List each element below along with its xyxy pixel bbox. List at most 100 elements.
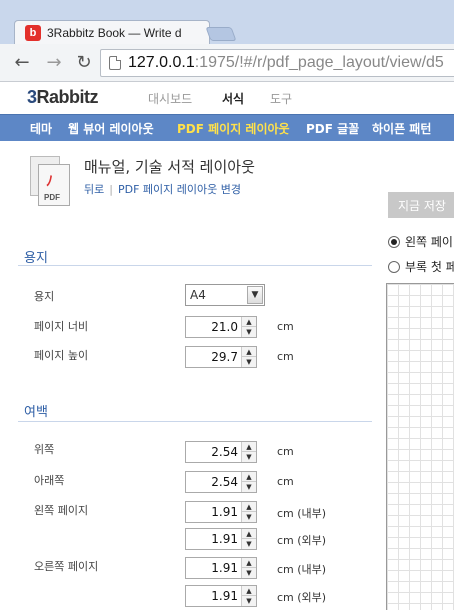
page-height-value: 29.7 (211, 350, 238, 364)
margin-right-inner-input[interactable]: 1.91 ▲ ▼ (185, 557, 257, 579)
margin-left-inner-value: 1.91 (211, 505, 238, 519)
page-title: 매뉴얼, 기술 서적 레이아웃 (84, 158, 255, 176)
unit-label: cm (277, 350, 294, 363)
radio-appendix-first-page-option[interactable]: 부록 첫 페 (388, 258, 454, 275)
topnav-dashboard[interactable]: 대시보드 (148, 90, 192, 107)
spin-up-icon[interactable]: ▲ (242, 472, 256, 482)
radio-left-page-label: 왼쪽 페이 (405, 235, 453, 249)
back-arrow-icon[interactable]: ← (12, 53, 32, 73)
spinner: ▲ ▼ (241, 472, 256, 492)
section-divider (18, 265, 372, 266)
spin-down-icon[interactable]: ▼ (242, 596, 256, 606)
radio-left-page-option[interactable]: 왼쪽 페이 (388, 233, 453, 250)
forward-arrow-icon[interactable]: → (44, 53, 64, 73)
margin-top-label: 위쪽 (34, 443, 55, 456)
change-layout-link[interactable]: PDF 페이지 레이아웃 변경 (118, 183, 241, 196)
spinner: ▲ ▼ (241, 529, 256, 549)
margin-left-inner-input[interactable]: 1.91 ▲ ▼ (185, 501, 257, 523)
logo[interactable]: 3Rabbitz (27, 87, 99, 108)
logo-text: Rabbitz (36, 87, 99, 107)
spin-up-icon[interactable]: ▲ (242, 529, 256, 539)
paper-size-select[interactable]: A4 ▼ (185, 284, 265, 306)
breadcrumb-separator: | (109, 183, 113, 196)
new-tab-button[interactable] (205, 27, 237, 41)
margin-bottom-label: 아래쪽 (34, 474, 65, 487)
margin-right-outer-input[interactable]: 1.91 ▲ ▼ (185, 585, 257, 607)
paper-size-value: A4 (190, 288, 206, 302)
spin-down-icon[interactable]: ▼ (242, 568, 256, 578)
margin-left-outer-input[interactable]: 1.91 ▲ ▼ (185, 528, 257, 550)
spinner: ▲ ▼ (241, 442, 256, 462)
back-link[interactable]: 뒤로 (84, 183, 104, 196)
margins-section-heading: 여백 (24, 405, 48, 420)
spinner: ▲ ▼ (241, 347, 256, 367)
browser-tab[interactable]: b 3Rabbitz Book — Write d (14, 20, 210, 45)
subnav-theme[interactable]: 테마 (30, 120, 52, 137)
page-width-input[interactable]: 21.0 ▲ ▼ (185, 316, 257, 338)
paper-size-label: 용지 (34, 290, 55, 303)
unit-label: cm (277, 475, 294, 488)
spinner: ▲ ▼ (241, 586, 256, 606)
reload-icon[interactable]: ↻ (74, 53, 94, 73)
page-height-label: 페이지 높이 (34, 349, 89, 362)
url-path: :1975/!#/r/pdf_page_layout/view/d5 (194, 54, 444, 71)
margin-top-input[interactable]: 2.54 ▲ ▼ (185, 441, 257, 463)
address-text: 127.0.0.1:1975/!#/r/pdf_page_layout/view… (128, 54, 444, 72)
margin-right-outer-value: 1.91 (211, 589, 238, 603)
spin-down-icon[interactable]: ▼ (242, 327, 256, 337)
section-divider (18, 421, 372, 422)
unit-inner-label: cm (내부) (277, 507, 327, 520)
page-width-value: 21.0 (211, 320, 238, 334)
spin-down-icon[interactable]: ▼ (242, 539, 256, 549)
subnav-hyphen-pattern[interactable]: 하이픈 패턴 (372, 120, 431, 137)
spin-down-icon[interactable]: ▼ (242, 482, 256, 492)
unit-inner-label: cm (내부) (277, 563, 327, 576)
spin-down-icon[interactable]: ▼ (242, 357, 256, 367)
spin-up-icon[interactable]: ▲ (242, 442, 256, 452)
unit-label: cm (277, 445, 294, 458)
margin-right-page-label: 오른쪽 페이지 (34, 560, 99, 573)
subnav-pdf-fonts[interactable]: PDF 글꼴 (306, 120, 359, 137)
favicon-icon: b (25, 25, 41, 41)
page-height-input[interactable]: 29.7 ▲ ▼ (185, 346, 257, 368)
spin-up-icon[interactable]: ▲ (242, 347, 256, 357)
unit-outer-label: cm (외부) (277, 591, 327, 604)
logo-number: 3 (27, 87, 37, 107)
address-bar[interactable]: 127.0.0.1:1975/!#/r/pdf_page_layout/view… (100, 49, 454, 77)
spin-up-icon[interactable]: ▲ (242, 502, 256, 512)
unit-label: cm (277, 320, 294, 333)
tab-fade (183, 23, 203, 41)
radio-unselected-icon[interactable] (388, 261, 400, 273)
subnav-pdf-page-layout[interactable]: PDF 페이지 레이아웃 (177, 120, 290, 137)
spinner: ▲ ▼ (241, 317, 256, 337)
topnav-format[interactable]: 서식 (222, 90, 244, 107)
breadcrumb: 뒤로 | PDF 페이지 레이아웃 변경 (84, 181, 241, 197)
margin-left-outer-value: 1.91 (211, 532, 238, 546)
margin-bottom-value: 2.54 (211, 475, 238, 489)
radio-appendix-label: 부록 첫 페 (405, 260, 454, 274)
spin-up-icon[interactable]: ▲ (242, 558, 256, 568)
page-icon (109, 56, 121, 70)
topnav-tools[interactable]: 도구 (270, 90, 292, 107)
spinner: ▲ ▼ (241, 558, 256, 578)
page-width-label: 페이지 너비 (34, 320, 89, 333)
spin-down-icon[interactable]: ▼ (242, 452, 256, 462)
spin-down-icon[interactable]: ▼ (242, 512, 256, 522)
browser-toolbar: ← → ↻ 127.0.0.1:1975/!#/r/pdf_page_layou… (0, 44, 454, 82)
spin-up-icon[interactable]: ▲ (242, 586, 256, 596)
unit-outer-label: cm (외부) (277, 534, 327, 547)
spin-up-icon[interactable]: ▲ (242, 317, 256, 327)
pdf-document-icon: ﾉ PDF (30, 156, 70, 206)
radio-selected-icon[interactable] (388, 236, 400, 248)
subnav-web-viewer-layout[interactable]: 웹 뷰어 레이아웃 (68, 120, 154, 137)
doc-front-sheet: ﾉ PDF (38, 164, 70, 206)
acrobat-swirl-icon: ﾉ (46, 174, 53, 190)
margin-bottom-input[interactable]: 2.54 ▲ ▼ (185, 471, 257, 493)
margin-right-inner-value: 1.91 (211, 561, 238, 575)
page-layout-preview-grid (386, 283, 454, 610)
save-now-button[interactable]: 지금 저장 (388, 192, 454, 218)
spinner: ▲ ▼ (241, 502, 256, 522)
chevron-down-icon[interactable]: ▼ (247, 286, 263, 304)
margin-top-value: 2.54 (211, 445, 238, 459)
paper-section-heading: 용지 (24, 251, 48, 266)
